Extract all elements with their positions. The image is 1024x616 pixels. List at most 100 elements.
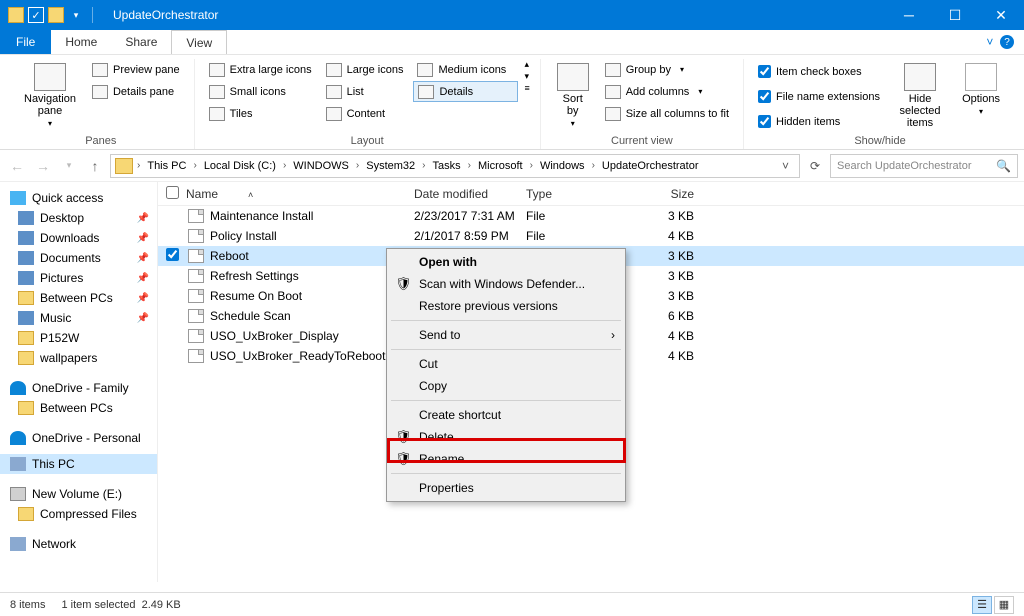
ctx-rename[interactable]: 🛡Rename bbox=[389, 448, 623, 470]
ctx-delete[interactable]: 🛡Delete bbox=[389, 426, 623, 448]
file-menu[interactable]: File bbox=[0, 30, 51, 54]
file-icon bbox=[188, 309, 204, 323]
column-header: Name˄ Date modified Type Size bbox=[158, 182, 1024, 206]
sidebar-item[interactable]: Pictures📌 bbox=[0, 268, 157, 288]
file-size: 3 KB bbox=[636, 269, 706, 283]
options-button[interactable]: Options▾ bbox=[956, 59, 1006, 120]
nav-quickaccess[interactable]: Quick access bbox=[0, 188, 157, 208]
col-type[interactable]: Type bbox=[526, 187, 636, 201]
hidden-toggle[interactable]: Hidden items bbox=[754, 111, 884, 132]
layout-small[interactable]: Small icons bbox=[205, 81, 316, 102]
up-button[interactable]: ↑ bbox=[84, 155, 106, 177]
layout-content[interactable]: Content bbox=[322, 103, 408, 124]
file-icon bbox=[188, 289, 204, 303]
nav-onedrive-family[interactable]: OneDrive - Family bbox=[0, 378, 157, 398]
layout-list[interactable]: List bbox=[322, 81, 408, 102]
sidebar-item[interactable]: wallpapers bbox=[0, 348, 157, 368]
nav-between-pcs[interactable]: Between PCs bbox=[0, 398, 157, 418]
nav-label: Music bbox=[40, 311, 71, 325]
refresh-button[interactable]: ⟳ bbox=[804, 159, 826, 173]
close-button[interactable]: ✕ bbox=[978, 0, 1024, 30]
selectall-checkbox[interactable] bbox=[166, 186, 179, 199]
search-icon: 🔍 bbox=[996, 159, 1011, 173]
ctx-sendto[interactable]: Send to› bbox=[389, 324, 623, 346]
ctx-open-with[interactable]: Open with bbox=[389, 251, 623, 273]
file-icon bbox=[188, 229, 204, 243]
nav-network[interactable]: Network bbox=[0, 534, 157, 554]
layout-expand-icon[interactable]: ≡ bbox=[524, 83, 529, 93]
nav-compressed[interactable]: Compressed Files bbox=[0, 504, 157, 524]
checkboxes-toggle[interactable]: Item check boxes bbox=[754, 61, 884, 82]
search-input[interactable]: Search UpdateOrchestrator 🔍 bbox=[830, 154, 1018, 178]
nav-onedrive-personal[interactable]: OneDrive - Personal bbox=[0, 428, 157, 448]
sidebar-item[interactable]: Desktop📌 bbox=[0, 208, 157, 228]
col-date[interactable]: Date modified bbox=[414, 187, 526, 201]
ctx-shortcut[interactable]: Create shortcut bbox=[389, 404, 623, 426]
status-selected: 1 item selected 2.49 KB bbox=[61, 599, 196, 611]
file-row[interactable]: Policy Install 2/1/2017 8:59 PM File 4 K… bbox=[158, 226, 1024, 246]
recent-dropdown-icon[interactable]: ▾ bbox=[58, 155, 80, 177]
sidebar-item[interactable]: Documents📌 bbox=[0, 248, 157, 268]
nav-icon bbox=[18, 271, 34, 285]
tab-home[interactable]: Home bbox=[51, 30, 111, 54]
maximize-button[interactable]: ☐ bbox=[932, 0, 978, 30]
ctx-restore[interactable]: Restore previous versions bbox=[389, 295, 623, 317]
layout-scroll-up-icon[interactable]: ▴ bbox=[524, 59, 529, 70]
view-details-button[interactable]: ☰ bbox=[972, 596, 992, 614]
nav-label: P152W bbox=[40, 331, 79, 345]
breadcrumb-dd-icon[interactable]: ˅ bbox=[776, 159, 795, 173]
ctx-cut[interactable]: Cut bbox=[389, 353, 623, 375]
sidebar-item[interactable]: Between PCs📌 bbox=[0, 288, 157, 308]
nav-icon bbox=[18, 231, 34, 245]
navpane-button[interactable]: Navigation pane▾ bbox=[18, 59, 82, 132]
tab-share[interactable]: Share bbox=[111, 30, 171, 54]
sizecols-button[interactable]: Size all columns to fit bbox=[601, 103, 733, 124]
sortby-button[interactable]: Sort by▾ bbox=[551, 59, 595, 132]
file-icon bbox=[188, 269, 204, 283]
groupby-button[interactable]: Group by▾ bbox=[601, 59, 733, 80]
file-size: 6 KB bbox=[636, 309, 706, 323]
forward-button[interactable]: → bbox=[32, 155, 54, 177]
tab-view[interactable]: View bbox=[171, 30, 227, 54]
col-name[interactable]: Name˄ bbox=[186, 187, 414, 201]
layout-xl[interactable]: Extra large icons bbox=[205, 59, 316, 80]
layout-medium[interactable]: Medium icons bbox=[413, 59, 518, 80]
ribbon-group-layout: Extra large icons Small icons Tiles Larg… bbox=[195, 59, 541, 149]
layout-large[interactable]: Large icons bbox=[322, 59, 408, 80]
hide-selected-button[interactable]: Hide selected items bbox=[890, 59, 950, 133]
back-button[interactable]: ← bbox=[6, 155, 28, 177]
nav-newvolume[interactable]: New Volume (E:) bbox=[0, 484, 157, 504]
ribbon-group-currentview: Sort by▾ Group by▾ Add columns▾ Size all… bbox=[541, 59, 744, 149]
nav-icon bbox=[18, 291, 34, 305]
file-name: Refresh Settings bbox=[210, 269, 299, 283]
details-pane-button[interactable]: Details pane bbox=[88, 81, 184, 102]
sidebar-item[interactable]: P152W bbox=[0, 328, 157, 348]
chevron-right-icon: › bbox=[611, 328, 615, 342]
row-checkbox[interactable] bbox=[166, 248, 179, 261]
file-icon bbox=[188, 209, 204, 223]
sidebar-item[interactable]: Music📌 bbox=[0, 308, 157, 328]
col-size[interactable]: Size bbox=[636, 187, 706, 201]
qat-dropdown-icon[interactable]: ▾ bbox=[68, 7, 84, 23]
ctx-copy[interactable]: Copy bbox=[389, 375, 623, 397]
minimize-button[interactable]: ─ bbox=[886, 0, 932, 30]
pin-icon: 📌 bbox=[137, 293, 149, 304]
layout-scroll-down-icon[interactable]: ▾ bbox=[524, 71, 529, 82]
preview-pane-button[interactable]: Preview pane bbox=[88, 59, 184, 80]
layout-details[interactable]: Details bbox=[413, 81, 518, 102]
addcols-button[interactable]: Add columns▾ bbox=[601, 81, 733, 102]
qat-checkbox-icon[interactable]: ✓ bbox=[28, 7, 44, 23]
sidebar-item[interactable]: Downloads📌 bbox=[0, 228, 157, 248]
file-row[interactable]: Maintenance Install 2/23/2017 7:31 AM Fi… bbox=[158, 206, 1024, 226]
view-large-button[interactable]: ▦ bbox=[994, 596, 1014, 614]
help-dropdown-icon[interactable]: ˅ ? bbox=[976, 30, 1024, 54]
breadcrumb[interactable]: › This PC› Local Disk (C:)› WINDOWS› Sys… bbox=[110, 154, 800, 178]
qat-folder-icon[interactable] bbox=[48, 7, 64, 23]
file-type: File bbox=[526, 209, 636, 223]
file-name: USO_UxBroker_Display bbox=[210, 329, 339, 343]
ctx-properties[interactable]: Properties bbox=[389, 477, 623, 499]
layout-tiles[interactable]: Tiles bbox=[205, 103, 316, 124]
nav-thispc[interactable]: This PC bbox=[0, 454, 157, 474]
extensions-toggle[interactable]: File name extensions bbox=[754, 86, 884, 107]
ctx-scan-defender[interactable]: 🛡Scan with Windows Defender... bbox=[389, 273, 623, 295]
